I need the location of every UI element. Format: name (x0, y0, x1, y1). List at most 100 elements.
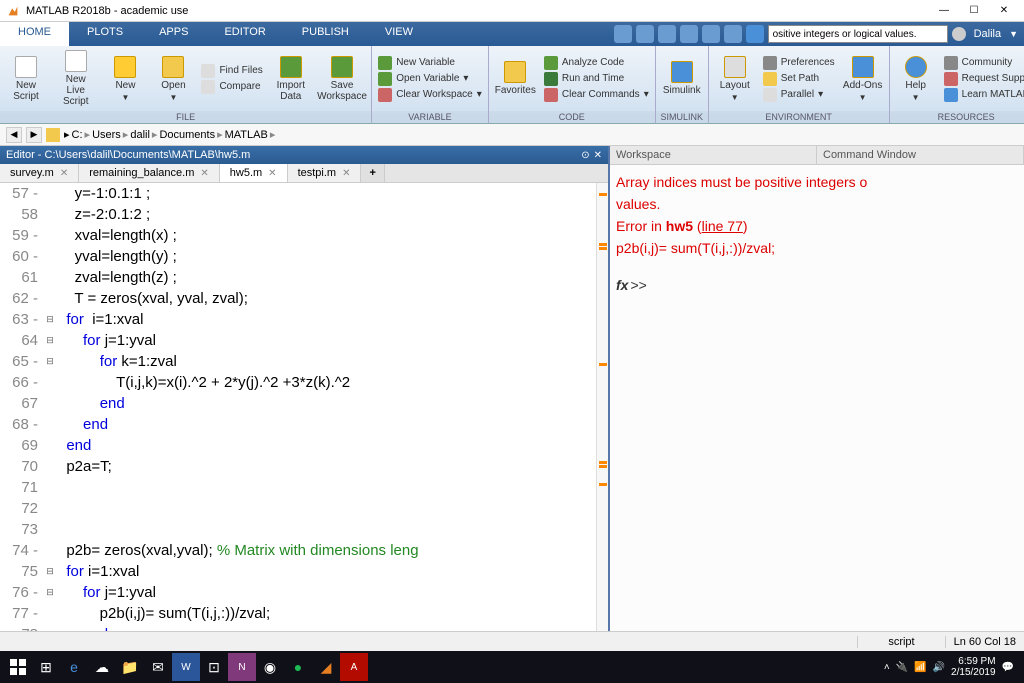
nav-back-button[interactable]: ◀ (6, 127, 22, 143)
close-icon[interactable]: ✕ (268, 168, 276, 179)
command-prompt: >> (630, 277, 646, 293)
word-icon[interactable]: W (172, 653, 200, 681)
user-avatar-icon[interactable] (952, 27, 966, 41)
analyze-code-button[interactable]: Analyze Code (544, 56, 649, 70)
warning-marker[interactable] (599, 243, 607, 246)
paste-icon[interactable] (680, 25, 698, 43)
close-icon[interactable]: ✕ (200, 168, 208, 179)
tray-power-icon[interactable]: 🔌 (896, 662, 908, 673)
acrobat-icon[interactable]: A (340, 653, 368, 681)
editor-close-icon[interactable]: ✕ (594, 150, 602, 161)
window-maximize[interactable]: ☐ (960, 2, 988, 20)
import-data-button[interactable]: Import Data (271, 56, 311, 102)
favorites-button[interactable]: Favorites (495, 61, 536, 96)
ribbon-tab-plots[interactable]: PLOTS (69, 22, 141, 46)
run-and-time-button[interactable]: Run and Time (544, 72, 649, 86)
window-minimize[interactable]: — (930, 2, 958, 20)
warning-marker[interactable] (599, 363, 607, 366)
close-icon[interactable]: ✕ (342, 168, 350, 179)
parallel-button[interactable]: Parallel ▾ (763, 88, 835, 102)
chrome-icon[interactable]: ◉ (256, 653, 284, 681)
task-view-icon[interactable]: ⊞ (32, 653, 60, 681)
code-editor[interactable]: 57 -5859 -60 -6162 -63 -6465 -66 -6768 -… (0, 183, 608, 631)
layout-button[interactable]: Layout▼ (715, 56, 755, 102)
clear-commands-button[interactable]: Clear Commands ▾ (544, 88, 649, 102)
compare-button[interactable]: Compare (201, 80, 262, 94)
window-title-bar: MATLAB R2018b - academic use — ☐ ✕ (0, 0, 1024, 22)
new-live-script-button[interactable]: New Live Script (54, 50, 97, 107)
warning-marker[interactable] (599, 193, 607, 196)
doc-search-input[interactable] (768, 25, 948, 43)
simulink-group-label: SIMULINK (656, 111, 708, 123)
save-icon[interactable] (614, 25, 632, 43)
new-script-button[interactable]: New Script (6, 56, 46, 102)
undo-icon[interactable] (702, 25, 720, 43)
help-icon[interactable] (746, 25, 764, 43)
ribbon-tab-apps[interactable]: APPS (141, 22, 206, 46)
user-name[interactable]: Dalila (970, 28, 1006, 40)
editor-tab[interactable]: remaining_balance.m✕ (79, 164, 220, 182)
find-files-button[interactable]: Find Files (201, 64, 262, 78)
cut-icon[interactable] (636, 25, 654, 43)
editor-dock-icon[interactable]: ⊙ (581, 150, 589, 161)
nav-forward-button[interactable]: ▶ (26, 127, 42, 143)
save-workspace-button[interactable]: Save Workspace (319, 56, 365, 102)
spotify-icon[interactable]: ● (284, 653, 312, 681)
warning-marker[interactable] (599, 465, 607, 468)
store-icon[interactable]: ⊡ (200, 653, 228, 681)
warning-marker[interactable] (599, 247, 607, 250)
clear-workspace-button[interactable]: Clear Workspace ▾ (378, 88, 482, 102)
edge-icon[interactable]: e (60, 653, 88, 681)
copy-icon[interactable] (658, 25, 676, 43)
notification-icon[interactable]: 💬 (1002, 662, 1014, 673)
right-pane: Workspace Command Window Array indices m… (610, 146, 1024, 631)
tray-wifi-icon[interactable]: 📶 (914, 662, 926, 673)
weather-icon[interactable]: ☁ (88, 653, 116, 681)
ribbon-tab-home[interactable]: HOME (0, 22, 69, 46)
editor-tab[interactable]: testpi.m✕ (288, 164, 362, 182)
community-button[interactable]: Community (944, 56, 1024, 70)
onenote-icon[interactable]: N (228, 653, 256, 681)
redo-icon[interactable] (724, 25, 742, 43)
add-tab-button[interactable]: + (361, 164, 384, 182)
close-icon[interactable]: ✕ (60, 168, 68, 179)
open-button[interactable]: Open▼ (153, 56, 193, 102)
command-window[interactable]: Array indices must be positive integers … (610, 165, 1024, 631)
fx-icon[interactable]: fx (616, 277, 628, 293)
ribbon-tab-publish[interactable]: PUBLISH (284, 22, 367, 46)
matlab-icon (6, 4, 20, 18)
windows-taskbar: ⊞ e ☁ 📁 ✉ W ⊡ N ◉ ● ◢ A ˄ 🔌 📶 🔊 6:59 PM … (0, 651, 1024, 683)
preferences-button[interactable]: Preferences (763, 56, 835, 70)
message-bar[interactable] (596, 183, 608, 631)
request-support-button[interactable]: Request Support (944, 72, 1024, 86)
help-button[interactable]: Help▼ (896, 56, 936, 102)
matlab-taskbar-icon[interactable]: ◢ (312, 653, 340, 681)
new-variable-button[interactable]: New Variable (378, 56, 482, 70)
explorer-icon[interactable]: 📁 (116, 653, 144, 681)
status-file-type: script (857, 636, 944, 648)
ribbon-tab-editor[interactable]: EDITOR (206, 22, 283, 46)
system-clock[interactable]: 6:59 PM 2/15/2019 (951, 656, 996, 678)
learn-matlab-button[interactable]: Learn MATLAB (944, 88, 1024, 102)
workspace-panel-header[interactable]: Workspace (610, 146, 817, 165)
set-path-button[interactable]: Set Path (763, 72, 835, 86)
open-variable-button[interactable]: Open Variable ▾ (378, 72, 482, 86)
start-button[interactable] (4, 653, 32, 681)
addons-button[interactable]: Add-Ons▼ (843, 56, 883, 102)
simulink-button[interactable]: Simulink (662, 61, 702, 96)
tray-volume-icon[interactable]: 🔊 (933, 662, 945, 673)
command-window-header[interactable]: Command Window (817, 146, 1024, 165)
warning-marker[interactable] (599, 483, 607, 486)
window-title: MATLAB R2018b - academic use (26, 5, 930, 17)
window-close[interactable]: ✕ (990, 2, 1018, 20)
new-button[interactable]: New▼ (105, 56, 145, 102)
mail-icon[interactable]: ✉ (144, 653, 172, 681)
folder-icon (46, 128, 60, 142)
tray-chevron-icon[interactable]: ˄ (884, 662, 890, 673)
breadcrumb[interactable]: ▸ C: ▸ Users ▸ dalil ▸ Documents ▸ MATLA… (64, 128, 275, 141)
variable-group-label: VARIABLE (372, 111, 488, 123)
ribbon-tab-view[interactable]: VIEW (367, 22, 431, 46)
editor-tab[interactable]: hw5.m✕ (220, 164, 288, 182)
editor-tab[interactable]: survey.m✕ (0, 164, 79, 182)
warning-marker[interactable] (599, 461, 607, 464)
